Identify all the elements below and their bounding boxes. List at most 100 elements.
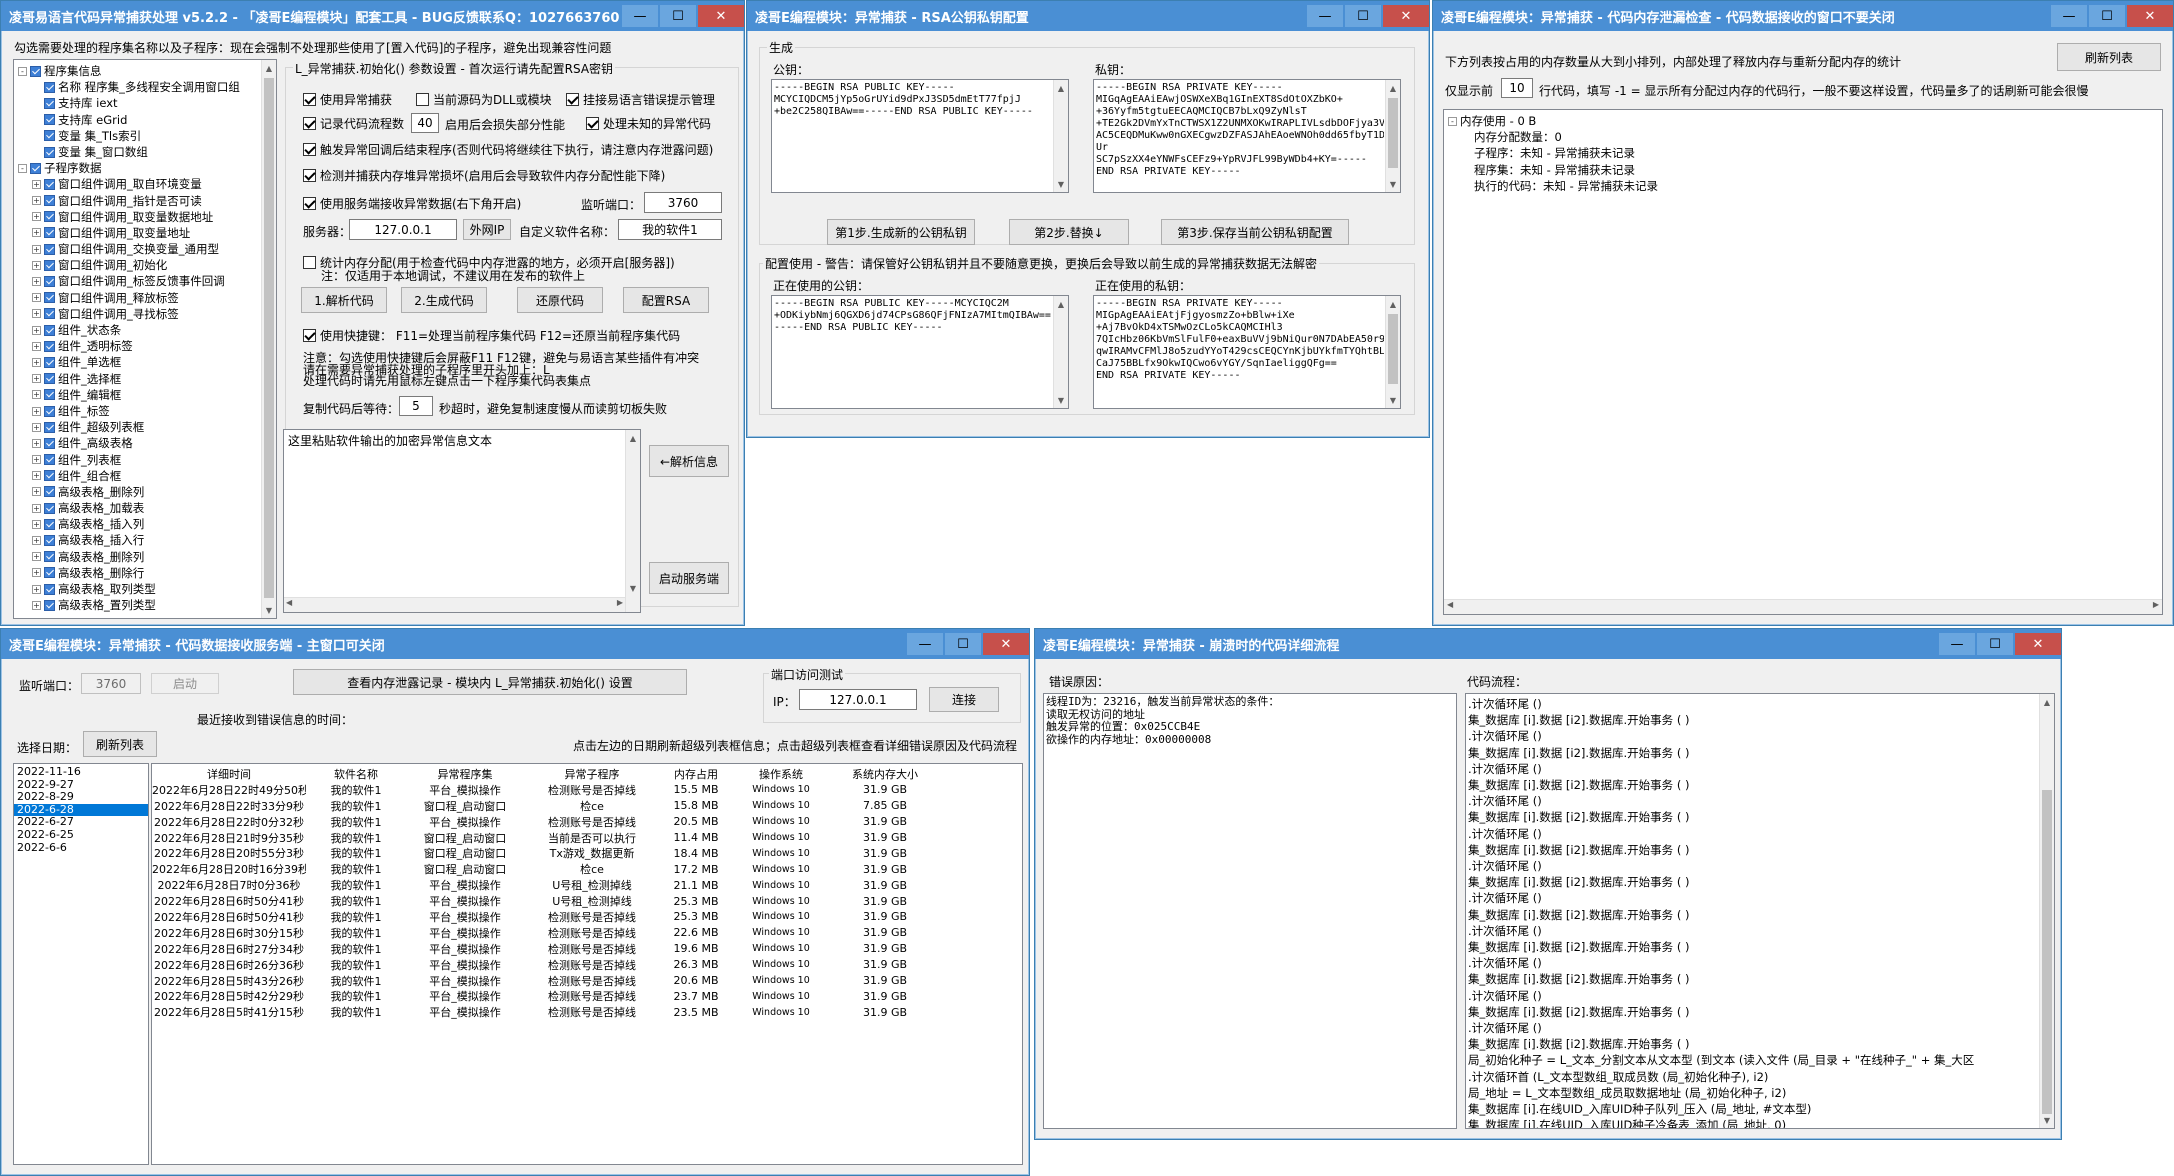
tree-item[interactable]: + 高级表格_删除列	[18, 549, 260, 565]
heap-check-checkbox[interactable]: 检测并捕获内存堆异常损坏(启用后会导致软件内存分配性能下降)	[303, 167, 665, 184]
expand-icon[interactable]: +	[32, 390, 41, 400]
tree-item[interactable]: + 组件_状态条	[18, 322, 260, 338]
checkbox-icon[interactable]	[44, 211, 55, 223]
table-row[interactable]: 2022年6月28日5时41分15秒 我的软件1 平台_模拟操作 检测账号是否掉线 23…	[152, 1004, 1022, 1020]
tree-item[interactable]: + 高级表格_插入行	[18, 532, 260, 548]
tree-item[interactable]: + 高级表格_取列类型	[18, 581, 260, 597]
checkbox-icon[interactable]	[44, 535, 55, 547]
expand-icon[interactable]: +	[32, 374, 41, 384]
expand-icon[interactable]: +	[32, 568, 41, 578]
listen-port-input[interactable]: 3760	[81, 673, 141, 694]
generate-code-button[interactable]: 2.生成代码	[401, 287, 487, 313]
date-item[interactable]: 2022-11-16	[14, 765, 148, 779]
expand-icon[interactable]: +	[32, 536, 41, 546]
public-ip-button[interactable]: 外网IP	[463, 219, 511, 240]
tree-item[interactable]: + 组件_标签	[18, 403, 260, 419]
title-bar[interactable]: 凌哥E编程模块：异常捕获 - 代码数据接收服务端 - 主窗口可关闭 — ☐ ✕	[1, 629, 1029, 659]
checkbox-icon[interactable]	[44, 405, 55, 417]
expand-icon[interactable]: +	[32, 244, 41, 254]
tree-item[interactable]: 变量 集_窗口数组	[18, 144, 260, 160]
start-button[interactable]: 启动	[151, 673, 219, 694]
show-count-input[interactable]: 10	[1501, 78, 1533, 98]
paste-area[interactable]: 这里粘贴软件输出的加密异常信息文本 ▲ ▼ ◀ ▶	[283, 429, 641, 613]
title-bar[interactable]: 凌哥易语言代码异常捕获处理 v5.2.2 - 「凌哥E编程模块」配套工具 - B…	[1, 1, 744, 31]
expand-icon[interactable]: -	[18, 66, 27, 76]
column-header[interactable]: 软件名称	[306, 766, 406, 782]
checkbox-icon[interactable]	[44, 324, 55, 336]
column-header[interactable]: 系统内存大小	[830, 766, 940, 782]
checkbox-icon[interactable]	[44, 130, 55, 142]
expand-icon[interactable]: -	[1448, 116, 1457, 126]
expand-icon[interactable]: +	[32, 406, 41, 416]
current-public-text[interactable]: -----BEGIN RSA PUBLIC KEY-----MCYCIQC2M …	[771, 295, 1069, 409]
tree-scrollbar[interactable]: ▲ ▼	[261, 60, 276, 618]
view-memory-leak-button[interactable]: 查看内存泄露记录 - 模块内 L_异常捕获.初始化() 设置	[293, 669, 687, 695]
checkbox-icon[interactable]	[44, 227, 55, 239]
expand-icon[interactable]: +	[32, 260, 41, 270]
expand-icon[interactable]: +	[32, 503, 41, 513]
checkbox-icon[interactable]	[44, 178, 55, 190]
table-row[interactable]: 2022年6月28日5时42分29秒 我的软件1 平台_模拟操作 检测账号是否掉线 23…	[152, 988, 1022, 1004]
memory-tree[interactable]: - 内存使用 - 0 B 内存分配数量：0 子程序：未知 - 异常捕获未记录 程序集：未…	[1443, 109, 2163, 615]
config-rsa-button[interactable]: 配置RSA	[623, 287, 709, 313]
record-flow-checkbox[interactable]: 记录代码流程数	[303, 115, 404, 132]
close-icon[interactable]: ✕	[698, 5, 744, 27]
expand-icon[interactable]: +	[32, 487, 41, 497]
minimize-icon[interactable]: —	[1307, 5, 1343, 27]
tree-item[interactable]: + 窗口组件调用_取变量地址	[18, 225, 260, 241]
tree-item[interactable]: + 窗口组件调用_取变量数据地址	[18, 209, 260, 225]
checkbox-icon[interactable]	[44, 389, 55, 401]
server-input[interactable]: 127.0.0.1	[349, 219, 457, 240]
tree-item[interactable]: + 高级表格_删除行	[18, 565, 260, 581]
current-private-text[interactable]: -----BEGIN RSA PRIVATE KEY----- MIGpAgEA…	[1093, 295, 1401, 409]
table-row[interactable]: 2022年6月28日20时16分39秒 我的软件1 窗口程_启动窗口 检ce 17.2 …	[152, 861, 1022, 877]
checkbox-icon[interactable]	[44, 502, 55, 514]
exception-grid[interactable]: 详细时间 软件名称 异常程序集 异常子程序 内存占用 操作系统 系统内存大小 2022年6月2…	[151, 763, 1023, 1165]
record-count-input[interactable]: 40	[411, 113, 439, 133]
minimize-icon[interactable]: —	[907, 633, 943, 655]
tree-item[interactable]: 执行的代码：未知 - 异常捕获未记录	[1448, 178, 1658, 194]
checkbox-icon[interactable]	[44, 97, 55, 109]
hook-error-checkbox[interactable]: 挂接易语言错误提示管理	[566, 91, 715, 108]
error-reason-text[interactable]: 线程ID为：23216，触发当前异常状态的条件： 读取无权访问的地址 触发异常的…	[1043, 693, 1457, 1129]
expand-icon[interactable]: +	[32, 309, 41, 319]
checkbox-icon[interactable]	[44, 259, 55, 271]
tree-item[interactable]: + 窗口组件调用_初始化	[18, 257, 260, 273]
close-icon[interactable]: ✕	[2015, 633, 2061, 655]
tree-item[interactable]: 内存分配数量：0	[1448, 129, 1658, 145]
checkbox-icon[interactable]	[44, 421, 55, 433]
tree-item[interactable]: 子程序：未知 - 异常捕获未记录	[1448, 145, 1658, 161]
tree-item[interactable]: + 窗口组件调用_交换变量_通用型	[18, 241, 260, 257]
code-flow-text[interactable]: .计次循环尾 () 集_数据库 [i].数据 [i2].数据库.开始事务 ( )…	[1465, 693, 2055, 1129]
tree-item[interactable]: + 组件_列表框	[18, 452, 260, 468]
maximize-icon[interactable]: ☐	[945, 633, 981, 655]
checkbox-icon[interactable]	[44, 486, 55, 498]
close-icon[interactable]: ✕	[983, 633, 1029, 655]
parse-info-button[interactable]: ←解析信息	[649, 445, 729, 477]
refresh-dates-button[interactable]: 刷新列表	[83, 731, 157, 757]
table-row[interactable]: 2022年6月28日22时49分50秒 我的软件1 平台_模拟操作 检测账号是否掉线 1…	[152, 782, 1022, 798]
ip-input[interactable]: 127.0.0.1	[799, 689, 917, 710]
wait-input[interactable]: 5	[399, 396, 433, 416]
table-row[interactable]: 2022年6月28日6时30分15秒 我的软件1 平台_模拟操作 检测账号是否掉线 22…	[152, 925, 1022, 941]
checkbox-icon[interactable]	[44, 567, 55, 579]
minimize-icon[interactable]: —	[622, 5, 658, 27]
date-item[interactable]: 2022-6-25	[14, 828, 148, 842]
expand-icon[interactable]: +	[32, 212, 41, 222]
table-row[interactable]: 2022年6月28日6时27分34秒 我的软件1 平台_模拟操作 检测账号是否掉线 19…	[152, 941, 1022, 957]
table-row[interactable]: 2022年6月28日21时9分35秒 我的软件1 窗口程_启动窗口 当前是否可以执行 1…	[152, 830, 1022, 846]
table-row[interactable]: 2022年6月28日22时0分32秒 我的软件1 平台_模拟操作 检测账号是否掉线 20…	[152, 814, 1022, 830]
expand-icon[interactable]: +	[32, 438, 41, 448]
tree-item[interactable]: 支持库 eGrid	[18, 112, 260, 128]
maximize-icon[interactable]: ☐	[660, 5, 696, 27]
tree-item[interactable]: + 组件_高级表格	[18, 435, 260, 451]
tree-item[interactable]: 变量 集_Tls索引	[18, 128, 260, 144]
end-after-callback-checkbox[interactable]: 触发异常回调后结束程序(否则代码将继续往下执行，请注意内存泄露问题)	[303, 141, 713, 158]
expand-icon[interactable]: +	[32, 422, 41, 432]
title-bar[interactable]: 凌哥E编程模块：异常捕获 - 崩溃时的代码详细流程 — ☐ ✕	[1035, 629, 2061, 659]
maximize-icon[interactable]: ☐	[1345, 5, 1381, 27]
tree-item[interactable]: + 窗口组件调用_指针是否可读	[18, 193, 260, 209]
software-name-input[interactable]: 我的软件1	[618, 219, 722, 240]
maximize-icon[interactable]: ☐	[1977, 633, 2013, 655]
tree-item[interactable]: + 组件_组合框	[18, 468, 260, 484]
